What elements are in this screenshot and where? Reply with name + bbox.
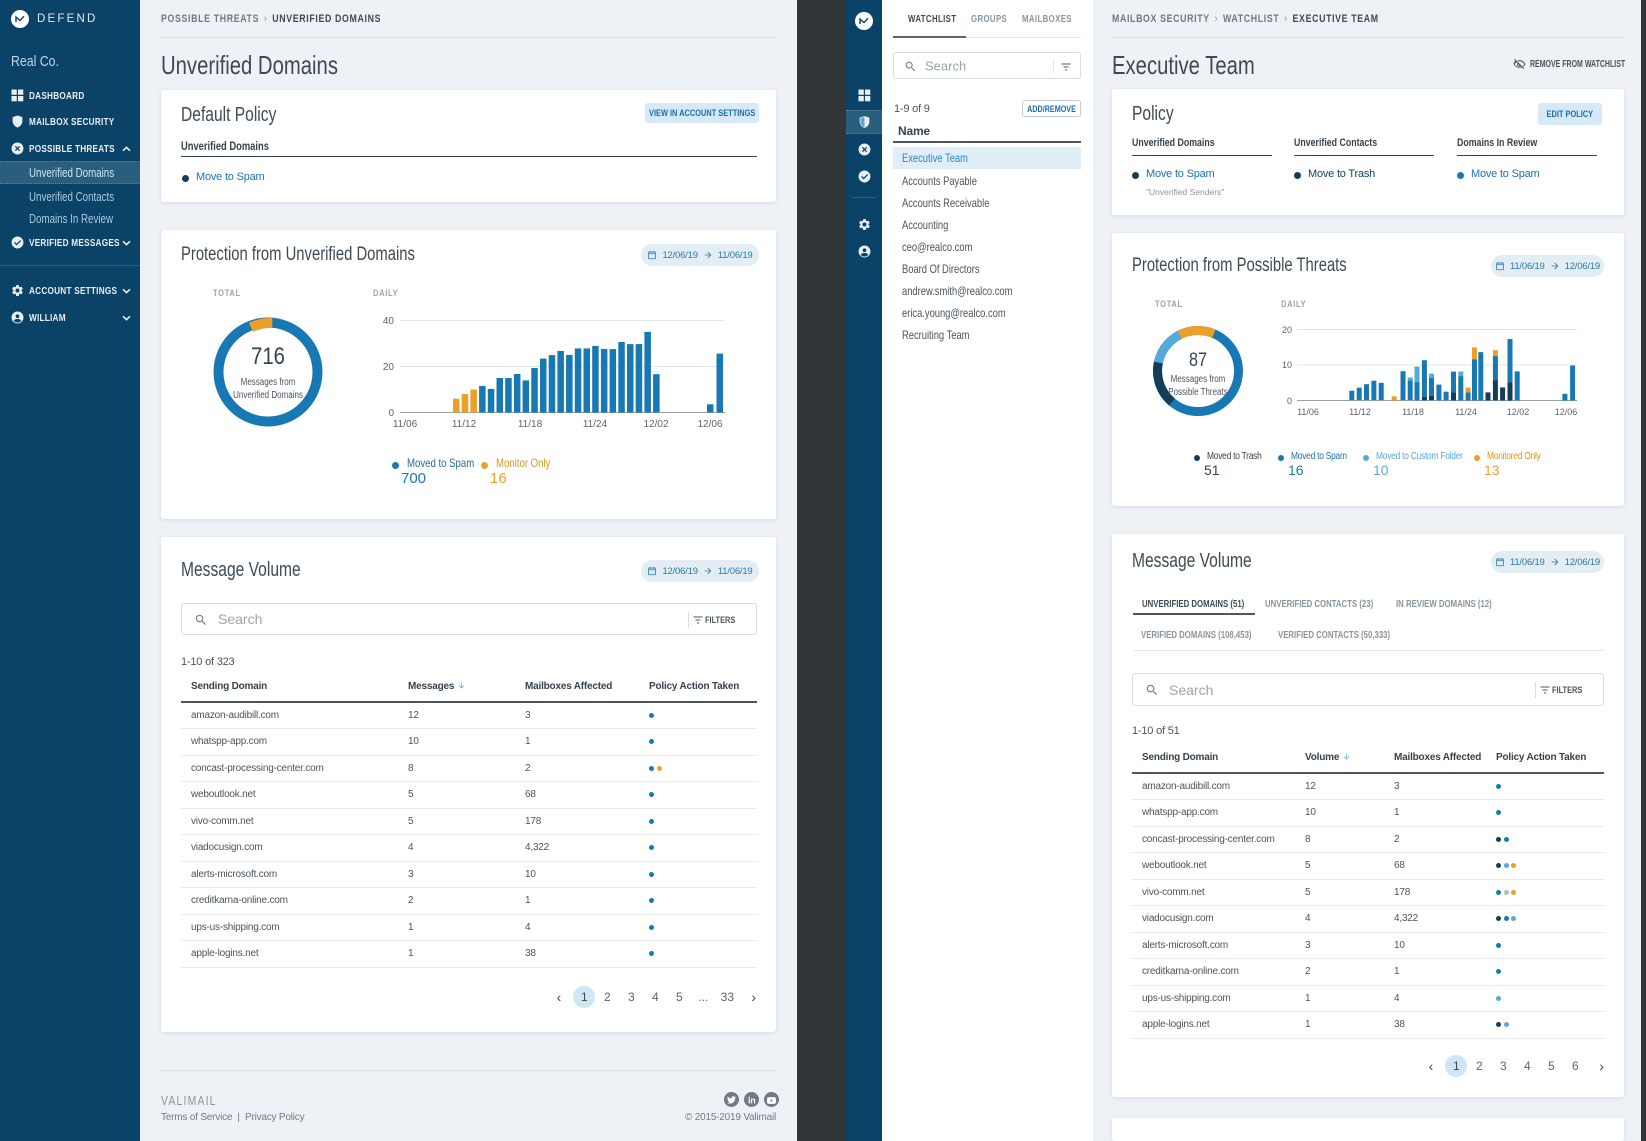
svg-text:11/24: 11/24 xyxy=(1455,407,1477,417)
svg-text:11/12: 11/12 xyxy=(1349,407,1371,417)
svg-text:11/06: 11/06 xyxy=(393,419,418,430)
svg-text:11/24: 11/24 xyxy=(583,419,608,430)
svg-text:40: 40 xyxy=(383,316,395,327)
svg-text:0: 0 xyxy=(1287,396,1292,406)
svg-text:12/06: 12/06 xyxy=(1555,407,1578,417)
svg-text:12/02: 12/02 xyxy=(643,419,668,430)
svg-text:12/06: 12/06 xyxy=(697,419,722,430)
svg-text:20: 20 xyxy=(1282,325,1292,335)
svg-text:10: 10 xyxy=(1282,360,1292,370)
svg-text:0: 0 xyxy=(388,408,394,419)
svg-text:11/18: 11/18 xyxy=(1402,407,1424,417)
svg-text:11/12: 11/12 xyxy=(452,419,477,430)
svg-text:12/02: 12/02 xyxy=(1507,407,1530,417)
svg-text:20: 20 xyxy=(383,362,395,373)
svg-text:11/18: 11/18 xyxy=(518,419,543,430)
svg-text:11/06: 11/06 xyxy=(1297,407,1319,417)
